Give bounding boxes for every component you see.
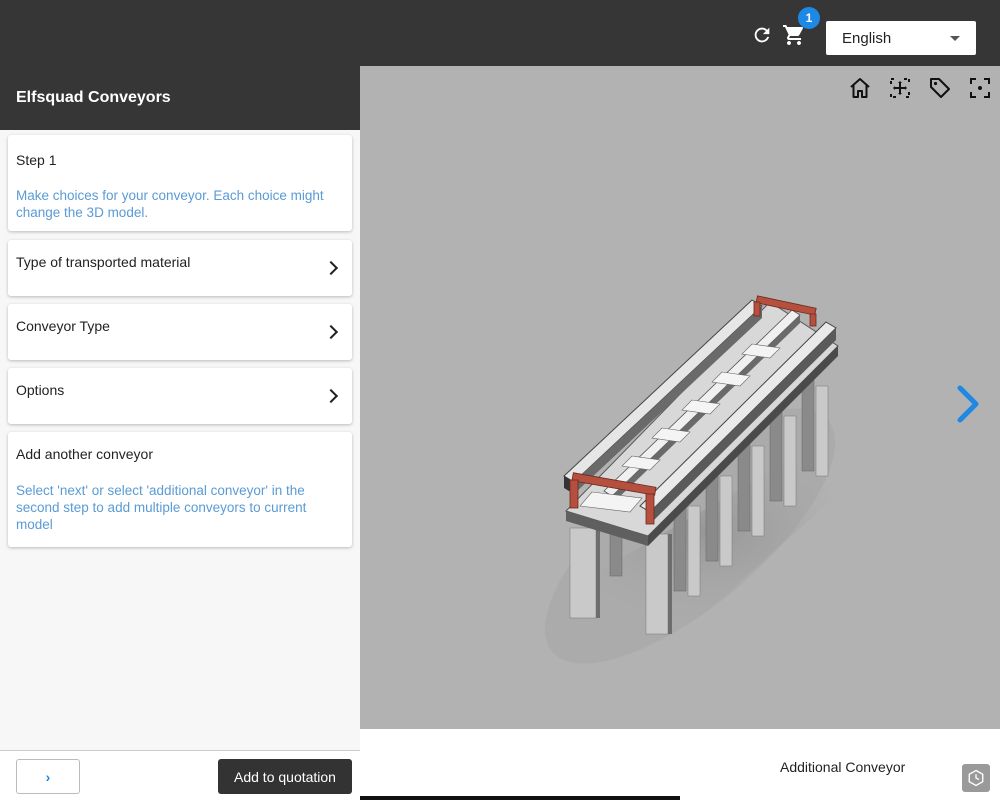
language-select[interactable]: English — [826, 21, 976, 55]
step-title: Step 1 — [16, 152, 57, 168]
add-conveyor-description: Select 'next' or select 'additional conv… — [16, 483, 307, 532]
help-icon[interactable] — [962, 764, 990, 792]
conveyor-3d-model — [540, 295, 870, 664]
sidebar-item-options[interactable]: Options — [8, 368, 352, 424]
app-title: Elfsquad Conveyors — [0, 66, 360, 130]
step-info-card: Step 1 Make choices for your conveyor. E… — [8, 135, 352, 231]
sidebar-item-label: Type of transported material — [16, 254, 191, 270]
sidebar-item-label: Conveyor Type — [16, 318, 110, 334]
chevron-right-icon — [323, 260, 339, 276]
chevron-down-icon — [950, 36, 960, 41]
chevron-right-icon[interactable] — [954, 384, 982, 424]
sidebar-item-conveyor-type[interactable]: Conveyor Type — [8, 304, 352, 360]
refresh-icon[interactable] — [750, 23, 774, 47]
sidebar-item-transported-material[interactable]: Type of transported material — [8, 240, 352, 296]
next-step-label[interactable]: Additional Conveyor — [780, 759, 905, 775]
add-conveyor-title: Add another conveyor — [16, 446, 153, 462]
chevron-right-icon — [323, 388, 339, 404]
cart-count-badge: 1 — [798, 7, 820, 29]
step-progress-bar — [360, 796, 680, 800]
step-description: Make choices for your conveyor. Each cho… — [16, 188, 324, 220]
next-button[interactable]: › — [16, 759, 80, 794]
add-conveyor-info-card: Add another conveyor Select 'next' or se… — [8, 432, 352, 547]
add-to-quotation-button[interactable]: Add to quotation — [218, 759, 352, 794]
chevron-right-icon — [323, 324, 339, 340]
sidebar-item-label: Options — [16, 382, 65, 398]
sidebar: Step 1 Make choices for your conveyor. E… — [0, 130, 360, 750]
language-select-value: English — [842, 29, 892, 47]
3d-viewer[interactable] — [360, 66, 1000, 729]
